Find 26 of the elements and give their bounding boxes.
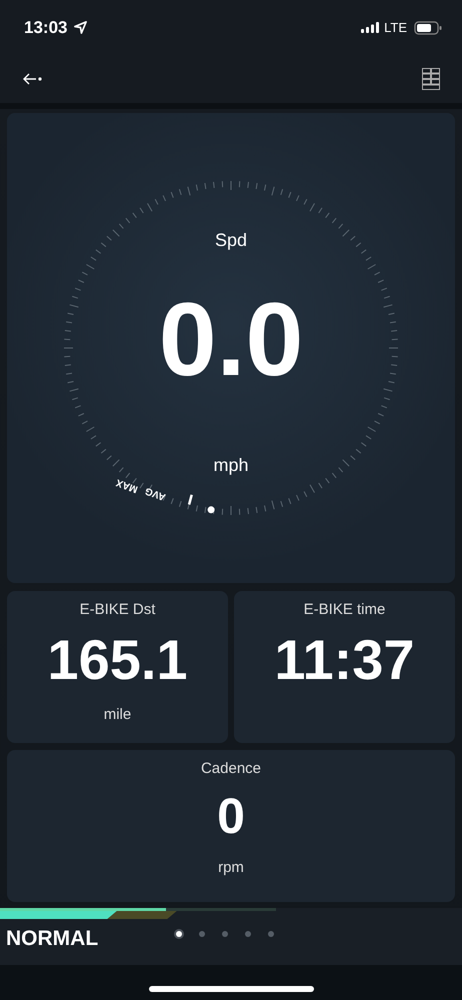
stat-unit: mile <box>104 706 132 723</box>
page-dot[interactable] <box>176 931 182 937</box>
gauge-marker-label: AVG <box>144 484 168 502</box>
speed-unit: mph <box>212 455 250 476</box>
assist-mode: NORMAL <box>6 927 100 951</box>
back-icon[interactable] <box>22 73 42 85</box>
network-label: LTE <box>384 20 407 35</box>
battery-icon <box>414 20 442 34</box>
page-dot[interactable] <box>222 931 228 937</box>
cadence-unit: rpm <box>218 859 244 876</box>
stat-label: E-BIKE Dst <box>80 601 156 618</box>
stat-label: E-BIKE time <box>304 601 386 618</box>
page-dot[interactable] <box>199 931 205 937</box>
cadence-label: Cadence <box>200 760 262 777</box>
speed-value: 0.0 <box>158 288 304 392</box>
stat-value: 165.1 <box>47 632 188 688</box>
page-dot[interactable] <box>268 931 274 937</box>
stat-value: 11:37 <box>274 632 415 688</box>
location-arrow-icon <box>74 21 88 34</box>
status-time: 13:03 <box>24 18 68 38</box>
page-dot[interactable] <box>245 931 251 937</box>
cadence-value: 0 <box>217 791 245 841</box>
speed-label: Spd <box>214 230 248 251</box>
gauge-marker-label: MAX <box>114 476 140 494</box>
signal-icon <box>361 22 380 33</box>
grid-layout-icon[interactable] <box>422 68 440 90</box>
